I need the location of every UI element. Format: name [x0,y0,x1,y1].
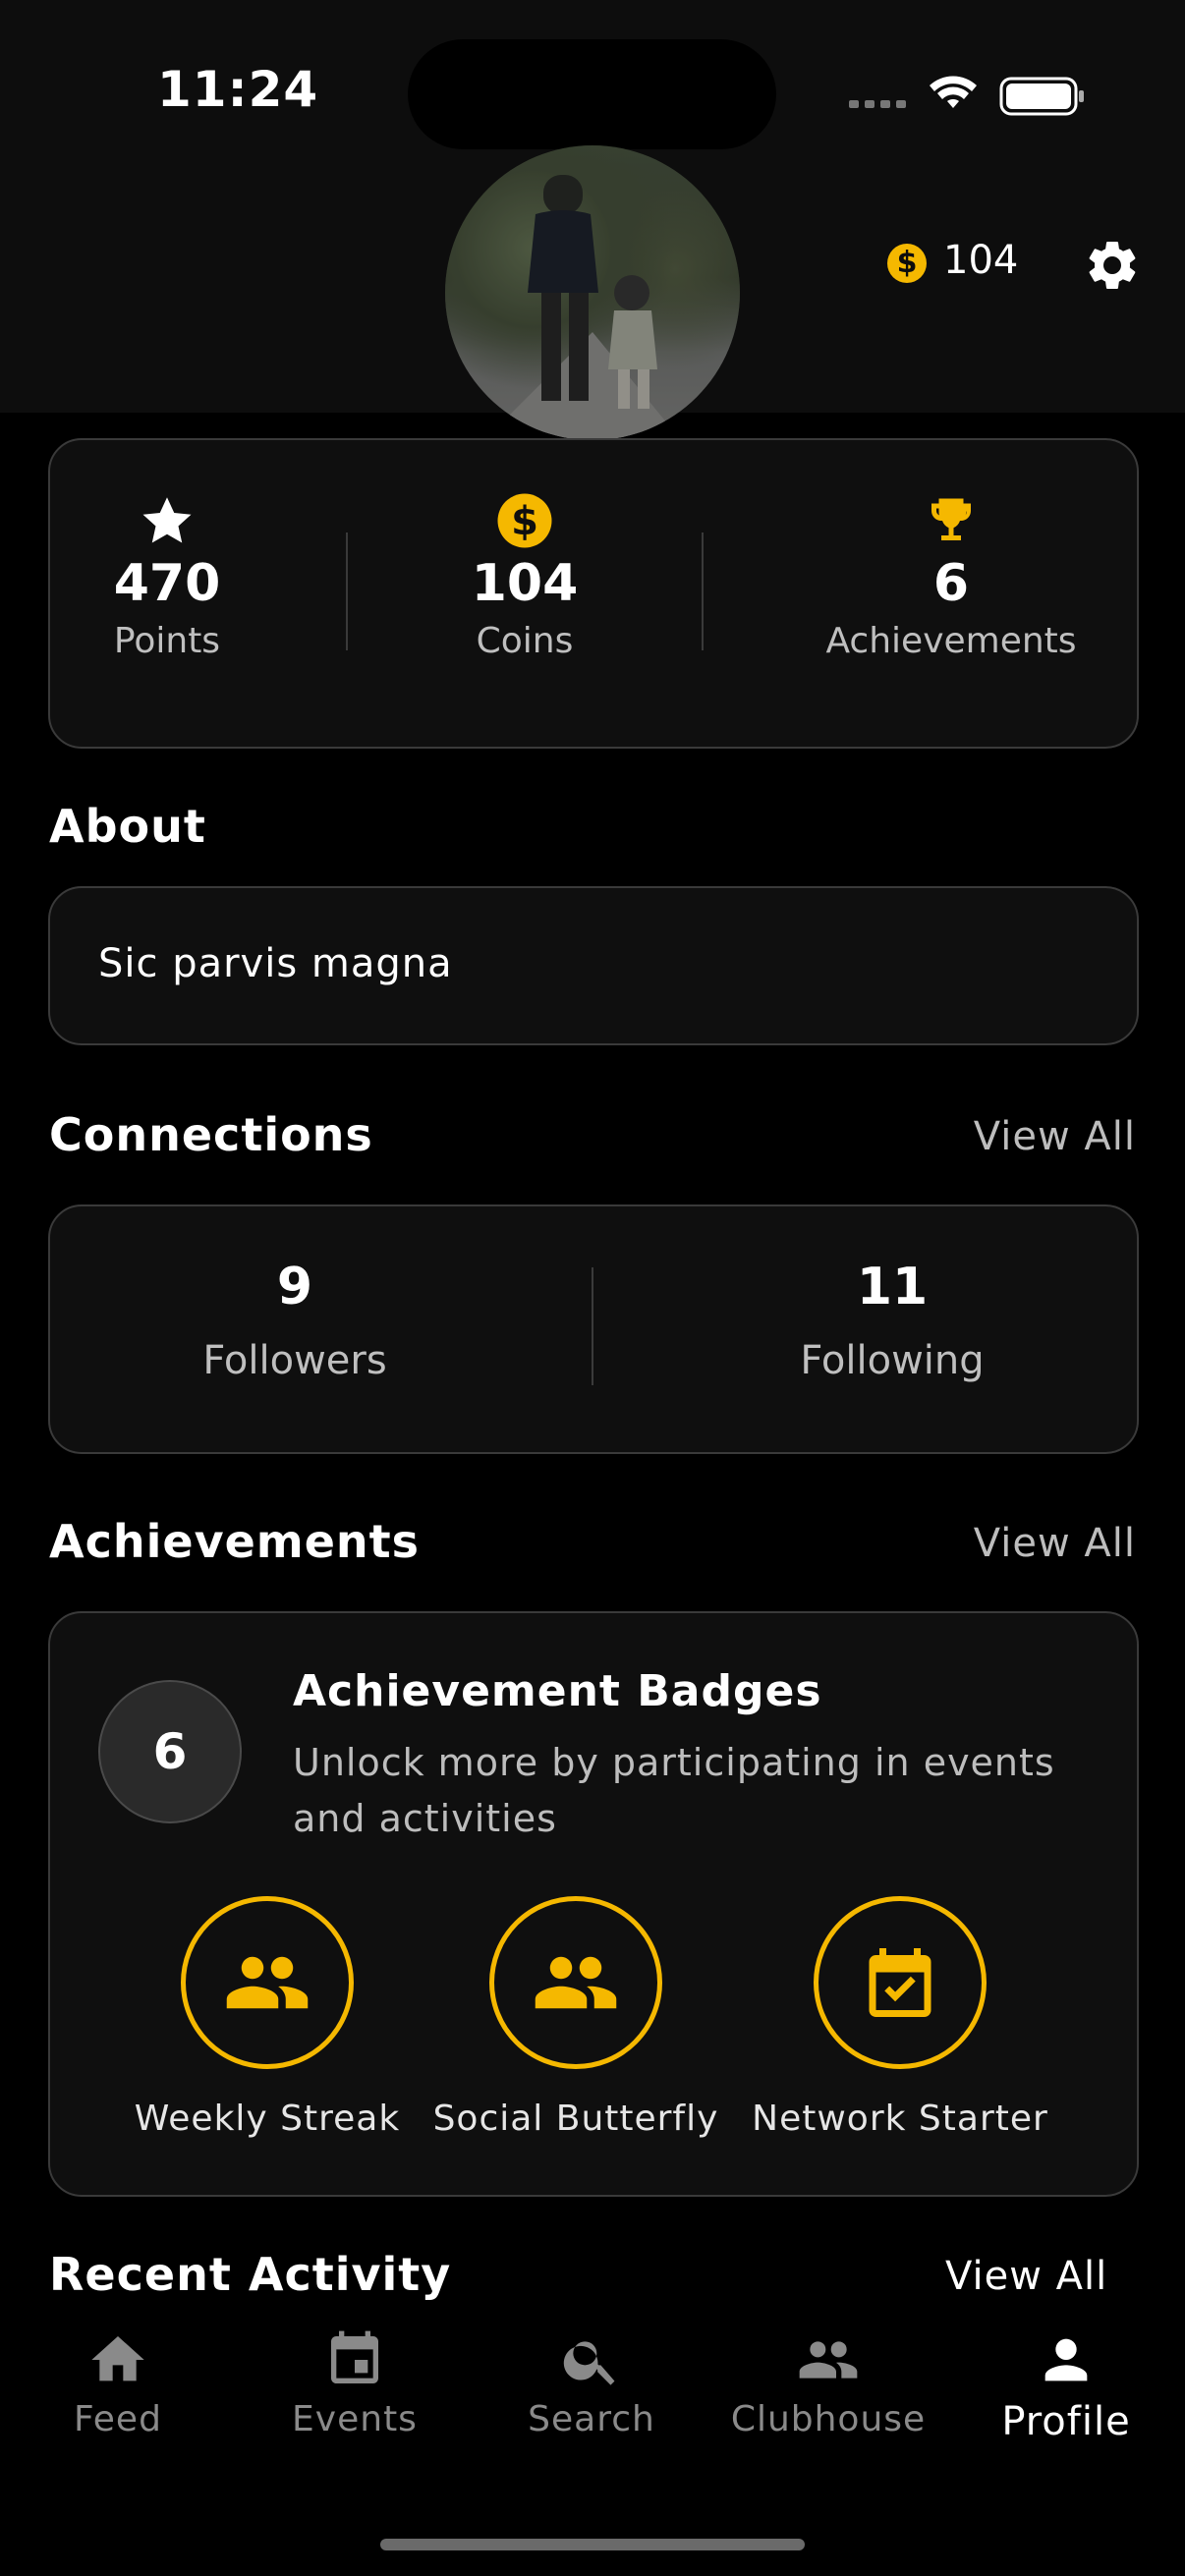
stat-achievements[interactable]: 6 Achievements [804,491,1099,661]
achievement-card-subtitle: Unlock more by participating in events a… [293,1741,1055,1840]
achievements-view-all-link[interactable]: View All [974,1521,1136,1566]
group-icon [226,1956,309,2009]
calendar-check-icon [869,1948,931,2017]
dynamic-island [408,39,776,149]
nav-profile[interactable]: Profile [968,2328,1164,2444]
stats-divider [346,532,348,650]
connections-view-all-link[interactable]: View All [974,1114,1136,1159]
stat-coins[interactable]: $ 104 Coins [426,491,623,661]
connections-heading: Connections [49,1108,373,1161]
achievement-card-title: Achievement Badges [293,1666,822,1716]
home-indicator[interactable] [380,2539,805,2550]
followers-label: Followers [202,1338,387,1383]
settings-gear-icon[interactable] [1083,236,1142,295]
points-value: 470 [113,554,221,613]
nav-search[interactable]: Search [493,2328,690,2439]
points-label: Points [113,621,221,661]
coin-icon [887,244,927,283]
nav-clubhouse[interactable]: Clubhouse [730,2328,927,2439]
badge-weekly-streak[interactable] [181,1896,354,2069]
nav-label: Events [292,2399,418,2439]
achievements-label: Achievements [825,621,1077,661]
svg-text:$: $ [511,499,538,544]
connections-divider [592,1267,593,1385]
coins-value: 104 [471,554,579,613]
nav-label: Profile [1001,2399,1131,2444]
badge-social-butterfly[interactable] [489,1896,662,2069]
wifi-icon [930,76,977,108]
followers-value: 9 [276,1258,313,1316]
following-stat[interactable]: 11 Following [725,1258,1059,1383]
calendar-icon [331,2330,378,2383]
recent-activity-view-all-link[interactable]: View All [945,2254,1107,2299]
people-icon [799,2341,858,2379]
about-text: Sic parvis magna [98,941,453,986]
star-icon [142,497,192,543]
nav-events[interactable]: Events [256,2328,453,2439]
home-icon [91,2336,144,2381]
following-label: Following [800,1338,985,1383]
badge-label: Network Starter [752,2099,1048,2139]
battery-icon [999,77,1084,116]
status-icons [849,76,1084,116]
nav-label: Clubhouse [730,2399,927,2439]
nav-feed[interactable]: Feed [20,2328,216,2439]
nav-label: Feed [74,2399,162,2439]
status-time: 11:24 [157,61,319,118]
person-icon [1044,2338,1088,2381]
about-heading: About [49,800,206,853]
coins-label: Coins [476,621,574,661]
stats-divider [702,532,704,650]
group-icon [535,1956,617,2009]
followers-stat[interactable]: 9 Followers [128,1258,462,1383]
following-value: 11 [856,1258,929,1316]
coin-icon: $ [497,493,552,548]
badge-label: Weekly Streak [134,2099,401,2139]
badge-network-starter[interactable] [814,1896,987,2069]
stat-points[interactable]: 470 Points [69,491,265,661]
profile-avatar[interactable] [445,145,740,440]
achievements-value: 6 [932,554,970,613]
cellular-signal-icon [849,100,906,108]
coin-balance[interactable]: 104 [943,238,1018,283]
recent-activity-heading: Recent Activity [49,2248,452,2301]
achievement-count-badge: 6 [98,1680,242,1823]
achievements-heading: Achievements [49,1515,421,1568]
trophy-icon [931,498,971,540]
search-icon [563,2341,615,2385]
nav-label: Search [528,2399,655,2439]
badge-label: Social Butterfly [432,2099,719,2139]
